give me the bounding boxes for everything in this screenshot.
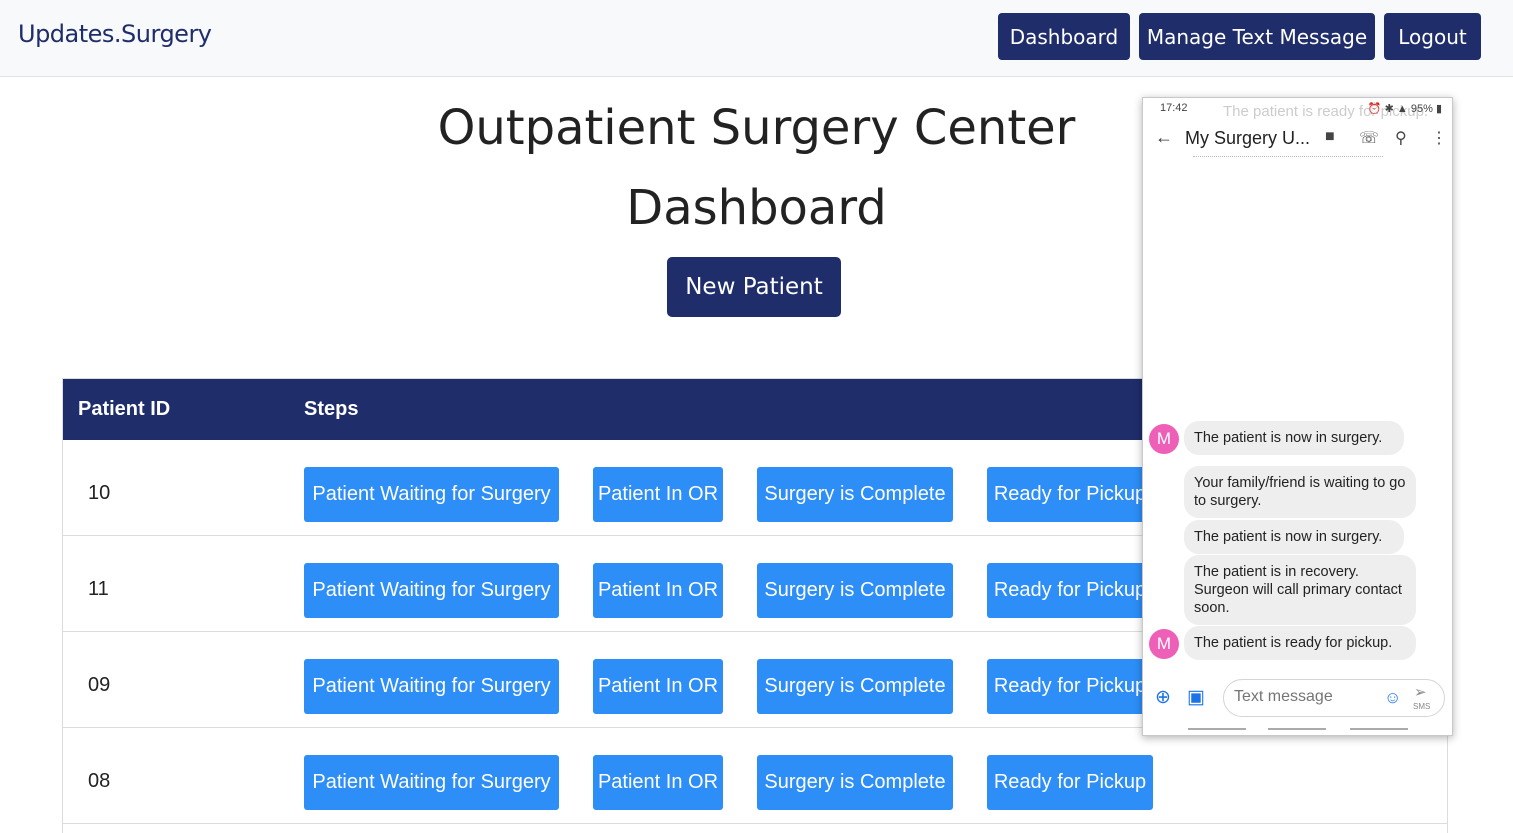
step-waiting-button[interactable]: Patient Waiting for Surgery [304,659,559,714]
back-arrow-icon[interactable]: ← [1155,127,1173,148]
step-pickup-button[interactable]: Ready for Pickup [987,755,1153,810]
step-complete-button[interactable]: Surgery is Complete [757,755,953,810]
text-message-field[interactable]: ☺ ➢ SMS [1223,679,1445,717]
send-label: SMS [1413,702,1431,711]
scrolled-message-remnant [1193,156,1383,159]
step-waiting-button[interactable]: Patient Waiting for Surgery [304,467,559,522]
phone-call-icon[interactable]: ☏ [1359,128,1379,148]
nav-bar-indicator [1268,728,1326,730]
step-in-or-button[interactable]: Patient In OR [593,659,723,714]
step-pickup-button[interactable]: Ready for Pickup [987,659,1153,714]
patient-id: 10 [88,482,111,504]
header-patient-id: Patient ID [78,398,171,420]
message-bubble: The patient is now in surgery. [1184,520,1404,554]
contact-name[interactable]: My Surgery U... [1185,128,1310,149]
step-in-or-button[interactable]: Patient In OR [593,563,723,618]
conversation-header: ← My Surgery U... ■ ☏ ⚲ ⋮ [1143,120,1452,158]
battery-percent: 95% [1410,103,1433,115]
text-message-input[interactable] [1234,688,1374,706]
step-in-or-button[interactable]: Patient In OR [593,467,723,522]
message-bubble: The patient is ready for pickup. [1184,626,1416,660]
header-steps: Steps [304,398,359,420]
video-call-icon[interactable]: ■ [1325,128,1335,146]
step-pickup-button[interactable]: Ready for Pickup [987,563,1153,618]
patient-id: 08 [88,770,111,792]
navbar: Updates.Surgery Dashboard Manage Text Me… [0,0,1513,77]
message-composer: ⊕ ▣ ☺ ➢ SMS [1143,674,1452,724]
status-time: 17:42 [1160,102,1188,114]
manage-text-message-button[interactable]: Manage Text Message [1139,13,1375,60]
table-row: 08 Patient Waiting for Surgery Patient I… [63,728,1447,824]
avatar-letter: M [1156,429,1172,448]
send-icon[interactable]: ➢ [1414,683,1427,701]
step-complete-button[interactable]: Surgery is Complete [757,467,953,522]
emoji-icon[interactable]: ☺ [1384,688,1401,708]
nav-bar-indicator [1350,728,1408,730]
step-waiting-button[interactable]: Patient Waiting for Surgery [304,755,559,810]
phone-messages-overlay: 17:42 The patient is ready for pickup. ⏰… [1142,97,1453,736]
step-pickup-button[interactable]: Ready for Pickup [987,467,1153,522]
message-bubble: The patient is now in surgery. [1184,421,1404,455]
gallery-icon[interactable]: ▣ [1187,686,1205,709]
step-complete-button[interactable]: Surgery is Complete [757,563,953,618]
patient-id: 09 [88,674,111,696]
brand-logo[interactable]: Updates.Surgery [18,20,212,48]
dashboard-button[interactable]: Dashboard [998,13,1130,60]
phone-status-bar: 17:42 The patient is ready for pickup. ⏰… [1143,98,1452,120]
step-in-or-button[interactable]: Patient In OR [593,755,723,810]
step-complete-button[interactable]: Surgery is Complete [757,659,953,714]
avatar: M [1149,424,1179,454]
search-icon[interactable]: ⚲ [1395,128,1407,148]
nav-bar-indicator [1188,728,1246,730]
patient-id: 11 [88,578,109,600]
message-bubble: The patient is in recovery. Surgeon will… [1184,555,1416,625]
battery-indicator: ⏰ ✱ ▲ 95% ▮ [1367,103,1442,115]
new-patient-button[interactable]: New Patient [667,257,841,317]
add-attachment-icon[interactable]: ⊕ [1155,686,1171,709]
logout-button[interactable]: Logout [1384,13,1481,60]
more-options-icon[interactable]: ⋮ [1431,128,1447,148]
message-bubble: Your family/friend is waiting to go to s… [1184,466,1416,518]
avatar: M [1149,629,1179,659]
step-waiting-button[interactable]: Patient Waiting for Surgery [304,563,559,618]
avatar-letter: M [1156,634,1172,653]
